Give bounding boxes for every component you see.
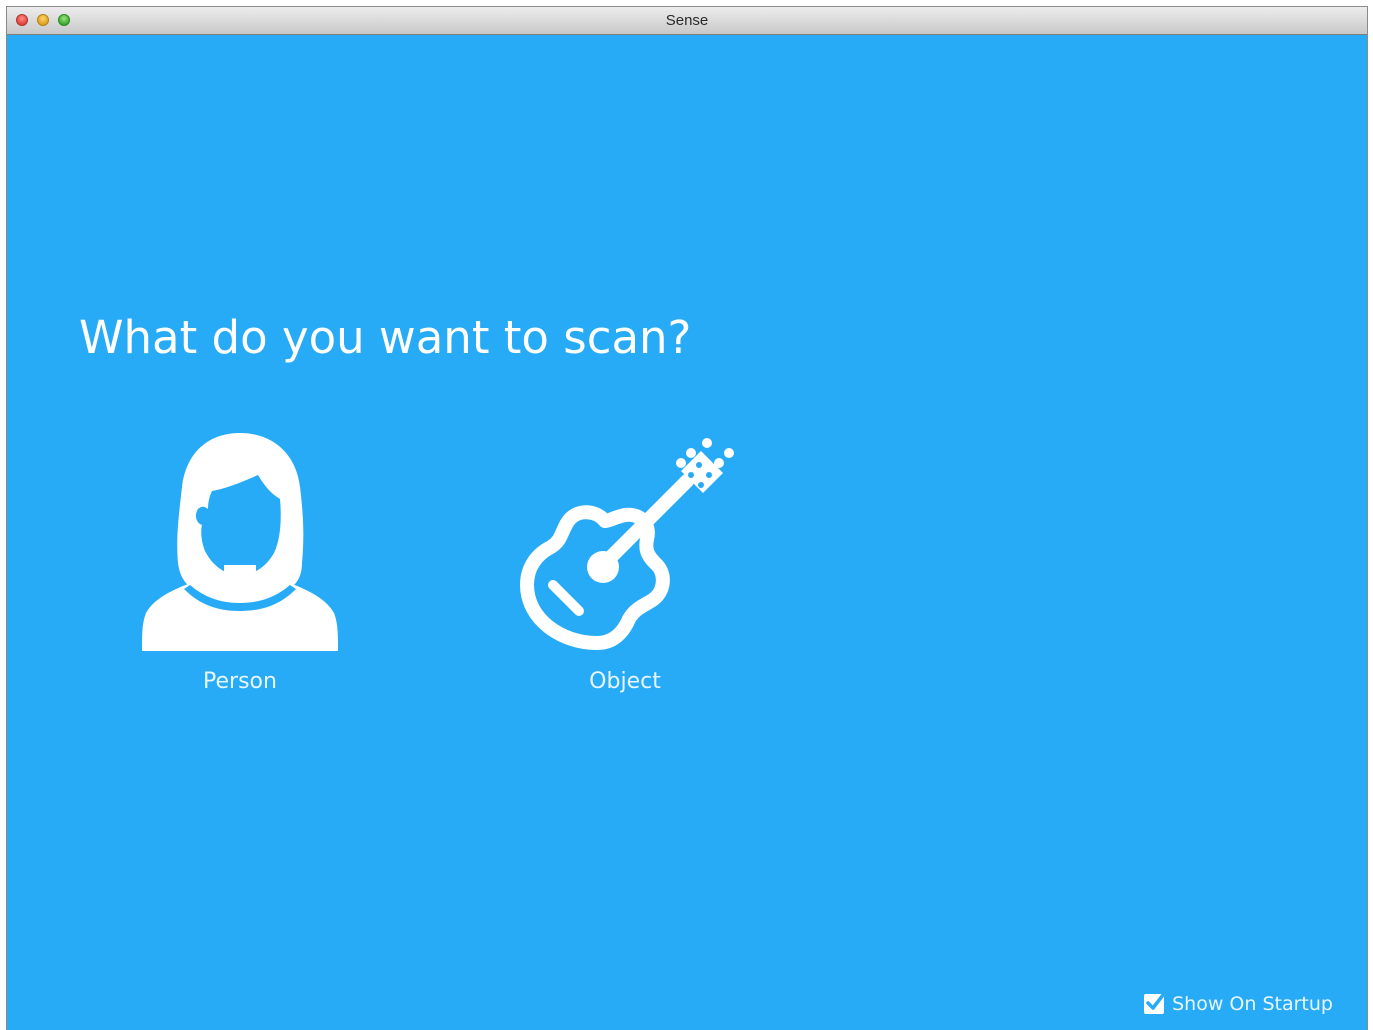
object-label: Object <box>589 669 661 694</box>
scan-person-option[interactable]: Person <box>120 429 360 709</box>
person-label: Person <box>203 669 277 694</box>
checkmark-icon <box>1146 993 1165 1010</box>
page-title: What do you want to scan? <box>79 311 692 364</box>
app-window: Sense What do you want to scan? Person O… <box>6 6 1368 1030</box>
guitar-icon <box>520 438 734 650</box>
show-on-startup-toggle[interactable]: Show On Startup <box>1144 991 1333 1017</box>
scan-type-screen: What do you want to scan? Person Object … <box>7 35 1367 1030</box>
person-icon <box>142 433 338 651</box>
show-on-startup-label: Show On Startup <box>1172 993 1333 1015</box>
show-on-startup-checkbox[interactable] <box>1144 993 1165 1014</box>
title-bar[interactable]: Sense <box>7 7 1367 35</box>
window-title: Sense <box>665 12 709 29</box>
scan-object-option[interactable]: Object <box>505 429 745 709</box>
